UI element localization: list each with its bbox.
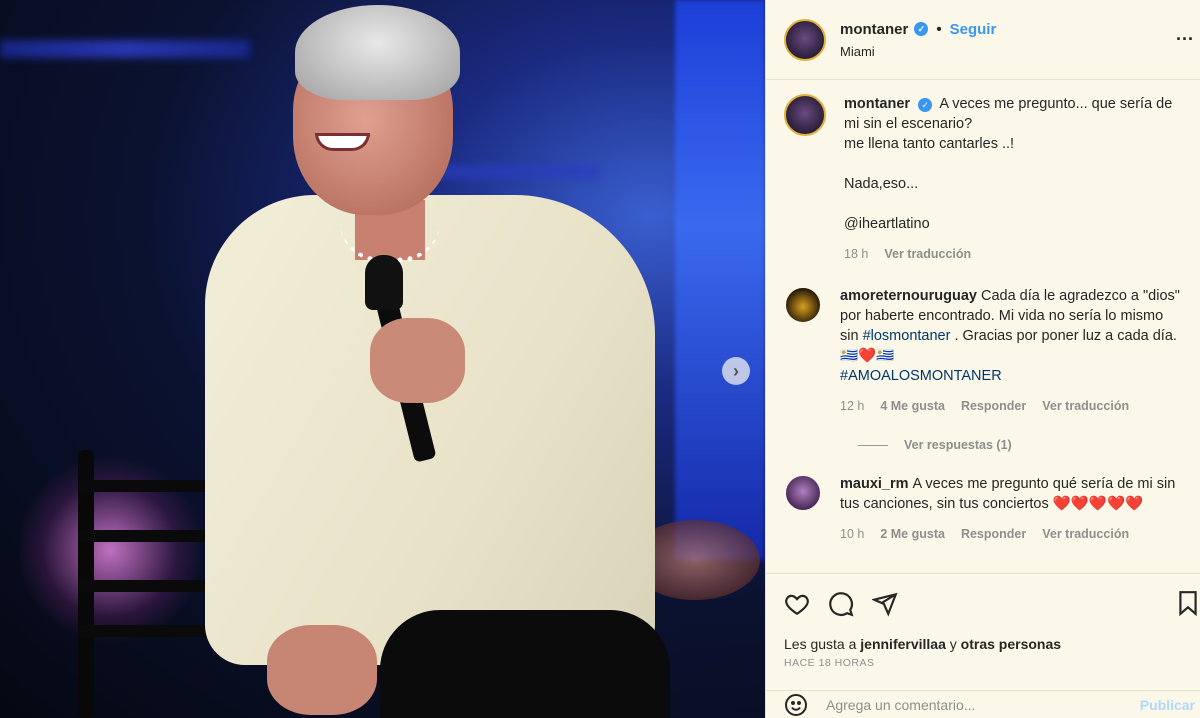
hearts-emoji: ❤️❤️❤️❤️❤️ [1052,496,1144,512]
action-bar: Les gusta a jennifervillaa y otras perso… [766,573,1200,669]
caption-text: me llena tanto cantarles ..! [844,136,1015,152]
avatar[interactable] [784,286,822,324]
caption-text: Nada,eso... [844,176,919,192]
more-options-icon[interactable]: ... [1176,24,1194,45]
separator: • [936,20,942,38]
publish-button[interactable]: Publicar [1140,697,1195,713]
likes-and: y [949,636,957,652]
liker-username[interactable]: jennifervillaa [860,636,946,652]
mention-link[interactable]: @iheartlatino [844,216,930,232]
bookmark-icon[interactable] [1175,590,1200,616]
post-panel: montaner ✓ • Seguir Miami ... montaner ✓… [765,0,1200,718]
location-link[interactable]: Miami [840,44,996,59]
reply-button[interactable]: Responder [961,524,1026,544]
likes-others[interactable]: otras personas [961,636,1061,652]
reply-button[interactable]: Responder [961,396,1026,416]
caption-username[interactable]: montaner [844,96,910,112]
led-screen [675,0,765,560]
verified-icon: ✓ [918,98,933,112]
caption: montaner ✓ A veces me pregunto... que se… [784,94,1182,264]
verified-icon: ✓ [914,22,929,36]
likes-count[interactable]: 2 Me gusta [880,524,945,544]
view-replies-button[interactable]: Ver respuestas (1) [858,438,1182,452]
hashtag-link[interactable]: #AMOALOSMONTANER [840,368,1002,384]
avatar[interactable] [784,94,826,136]
comment-time[interactable]: 12 h [840,396,864,416]
comment-time[interactable]: 10 h [840,524,864,544]
caption-time[interactable]: 18 h [844,244,868,264]
follow-button[interactable]: Seguir [950,21,997,38]
add-comment-bar: Publicar [766,690,1200,718]
microphone [365,255,403,310]
share-icon[interactable] [872,591,898,617]
likes-summary[interactable]: Les gusta a jennifervillaa y otras perso… [784,636,1183,652]
likes-prefix: Les gusta a [784,636,857,652]
translate-button[interactable]: Ver traducción [884,244,971,264]
comments-section: montaner ✓ A veces me pregunto... que se… [766,80,1200,573]
post-header: montaner ✓ • Seguir Miami ... [766,0,1200,80]
comment-username[interactable]: amoreternouruguay [840,288,977,304]
translate-button[interactable]: Ver traducción [1042,396,1129,416]
comment-input[interactable] [826,696,1126,713]
comment: mauxi_rm A veces me pregunto qué sería de… [784,474,1182,544]
view-replies-label: Ver respuestas (1) [904,438,1012,452]
username[interactable]: montaner [840,21,908,38]
comment-username[interactable]: mauxi_rm [840,476,909,492]
likes-count[interactable]: 4 Me gusta [880,396,945,416]
hashtag-link[interactable]: #losmontaner [863,328,951,344]
emoji-icon[interactable] [784,693,808,717]
comment: amoreternouruguay Cada día le agradezco a… [784,286,1182,416]
avatar[interactable] [784,18,826,61]
comment-icon[interactable] [828,591,854,617]
post-photo: › [0,0,765,718]
avatar[interactable] [784,474,822,512]
chevron-right-icon[interactable]: › [722,357,750,385]
heart-icon[interactable] [784,591,810,617]
posted-time[interactable]: HACE 18 HORAS [784,657,1183,669]
translate-button[interactable]: Ver traducción [1042,524,1129,544]
singer [205,0,675,718]
